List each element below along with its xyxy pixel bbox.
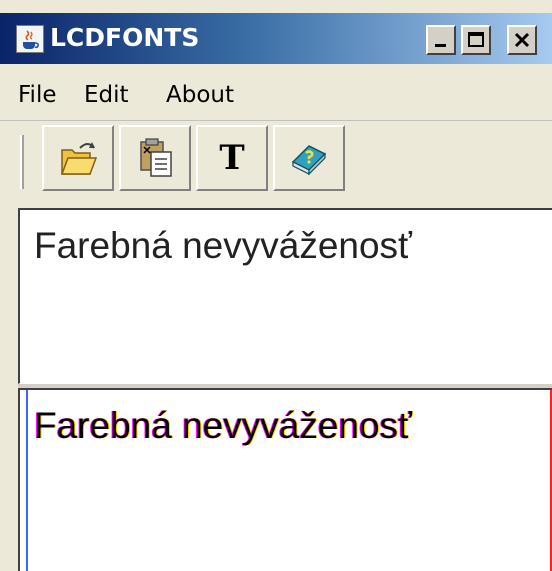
minimize-button[interactable] bbox=[426, 25, 456, 55]
open-button[interactable] bbox=[42, 125, 114, 191]
app-window: LCDFONTS File Edit About T Farebná nevyv… bbox=[0, 0, 552, 571]
menu-about[interactable]: About bbox=[166, 82, 234, 108]
window-title: LCDFONTS bbox=[50, 23, 200, 52]
subpixel-text-pane[interactable]: Farebná nevyváženosť bbox=[18, 388, 552, 571]
subpixel-text: Farebná nevyváženosť bbox=[34, 405, 412, 446]
menu-edit[interactable]: Edit bbox=[84, 82, 129, 108]
blue-fringe-edge bbox=[26, 390, 28, 571]
close-icon bbox=[514, 32, 530, 48]
plain-text-pane[interactable]: Farebná nevyváženosť bbox=[18, 208, 552, 384]
minimize-icon bbox=[435, 44, 446, 47]
maximize-button[interactable] bbox=[461, 25, 491, 55]
paste-button[interactable] bbox=[119, 125, 191, 191]
toolbar-grip[interactable] bbox=[20, 135, 24, 189]
menu-file[interactable]: File bbox=[18, 82, 57, 108]
title-bar[interactable]: LCDFONTS bbox=[0, 13, 552, 64]
menu-bar: File Edit About bbox=[0, 64, 552, 121]
plain-text: Farebná nevyváženosť bbox=[34, 225, 412, 266]
text-font-icon: T bbox=[219, 138, 245, 178]
maximize-icon bbox=[468, 32, 484, 47]
java-cup-icon bbox=[16, 25, 44, 53]
font-button[interactable]: T bbox=[196, 125, 268, 191]
help-book-icon bbox=[291, 145, 327, 176]
close-button[interactable] bbox=[507, 25, 537, 55]
clipboard-icon bbox=[140, 138, 172, 177]
toolbar: T bbox=[0, 121, 552, 203]
help-button[interactable] bbox=[273, 125, 345, 191]
open-folder-icon bbox=[60, 142, 98, 175]
